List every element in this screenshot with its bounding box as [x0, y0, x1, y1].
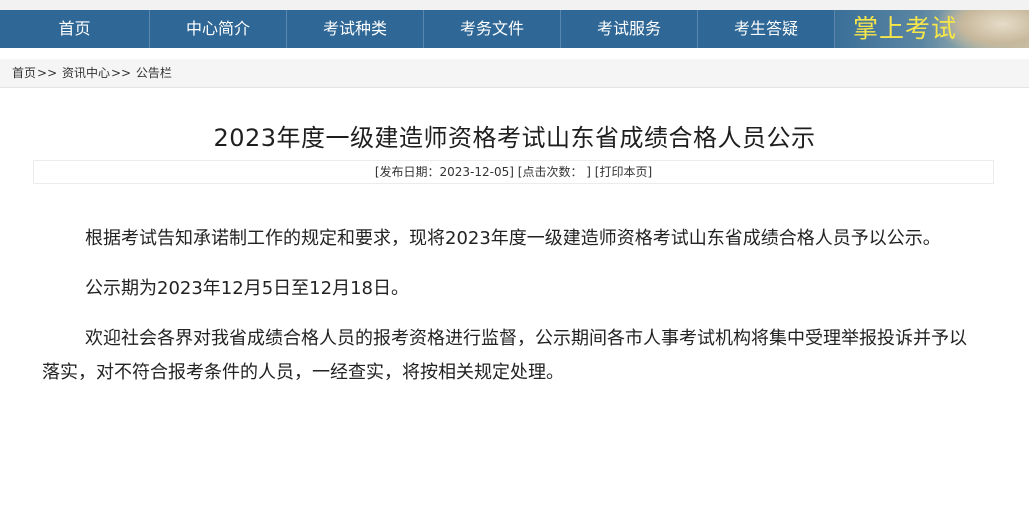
nav-home[interactable]: 首页 — [0, 10, 150, 48]
print-page-link[interactable]: [打印本页] — [595, 165, 652, 179]
publish-date: [发布日期：2023-12-05] — [374, 165, 514, 179]
nav-exam-services[interactable]: 考试服务 — [561, 10, 698, 48]
breadcrumb-separator: >> — [110, 66, 132, 80]
breadcrumb-bulletin[interactable]: 公告栏 — [136, 66, 172, 80]
article-meta: [发布日期：2023-12-05] [点击次数： ] [打印本页] — [33, 160, 994, 184]
mobile-exam-label: 掌上考试 — [853, 14, 958, 43]
page-title: 2023年度一级建造师资格考试山东省成绩合格人员公示 — [213, 124, 816, 152]
article-paragraph: 公示期为2023年12月5日至12月18日。 — [85, 278, 409, 299]
nav-exam-documents[interactable]: 考务文件 — [424, 10, 561, 48]
nav-exam-types[interactable]: 考试种类 — [287, 10, 424, 48]
mobile-exam-banner[interactable]: 掌上考试 — [835, 10, 1029, 48]
nav-candidate-faq[interactable]: 考生答疑 — [698, 10, 835, 48]
article-paragraph: 欢迎社会各界对我省成绩合格人员的报考资格进行监督，公示期间各市人事考试机构将集中… — [42, 328, 967, 383]
article-paragraph: 根据考试告知承诺制工作的规定和要求，现将2023年度一级建造师资格考试山东省成绩… — [85, 228, 941, 249]
breadcrumb: 首页>> 资讯中心>> 公告栏 — [12, 59, 172, 87]
breadcrumb-news-center[interactable]: 资讯中心 — [62, 66, 110, 80]
click-count: [点击次数： ] — [517, 165, 591, 179]
breadcrumb-home[interactable]: 首页 — [12, 66, 36, 80]
article-body: 根据考试告知承诺制工作的规定和要求，现将2023年度一级建造师资格考试山东省成绩… — [42, 222, 982, 406]
nav-center-intro[interactable]: 中心简介 — [150, 10, 287, 48]
breadcrumb-separator: >> — [37, 66, 58, 80]
main-nav: 首页 中心简介 考试种类 考务文件 考试服务 考生答疑 掌上考试 — [0, 10, 1029, 48]
breadcrumb-bar: 首页>> 资讯中心>> 公告栏 — [0, 59, 1029, 88]
